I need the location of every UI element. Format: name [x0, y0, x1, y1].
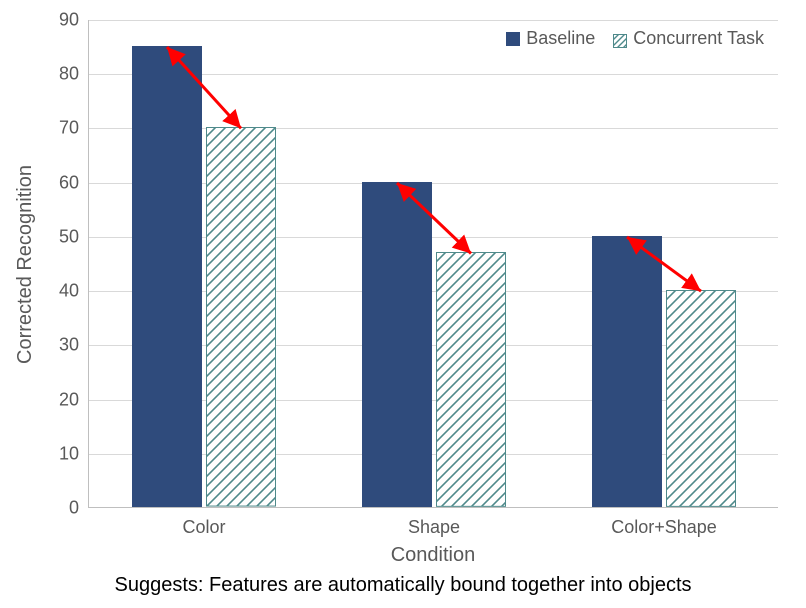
y-tick-label: 10 — [59, 443, 89, 464]
y-axis-label: Corrected Recognition — [10, 20, 40, 508]
legend: Baseline Concurrent Task — [506, 28, 764, 49]
legend-swatch-concurrent — [613, 32, 627, 46]
x-axis-label: Condition — [88, 544, 778, 567]
y-tick-label: 20 — [59, 389, 89, 410]
chart-container: Corrected Recognition Baseline — [0, 0, 806, 608]
y-tick-label: 0 — [69, 498, 89, 519]
x-tick-label: Color+Shape — [611, 507, 717, 538]
bar-concurrent — [666, 290, 736, 507]
legend-item-concurrent: Concurrent Task — [613, 28, 764, 49]
bar-concurrent — [206, 127, 276, 507]
y-tick-label: 80 — [59, 64, 89, 85]
caption: Suggests: Features are automatically bou… — [0, 574, 806, 597]
y-tick-label: 70 — [59, 118, 89, 139]
bar-concurrent — [436, 252, 506, 507]
y-tick-label: 40 — [59, 281, 89, 302]
y-tick-label: 60 — [59, 172, 89, 193]
legend-item-baseline: Baseline — [506, 28, 595, 49]
plot-area: Baseline Concurrent Task 010203040506070… — [88, 20, 778, 508]
bar-baseline — [362, 182, 432, 507]
bar-baseline — [592, 236, 662, 507]
y-tick-label: 50 — [59, 226, 89, 247]
y-axis-label-text: Corrected Recognition — [14, 165, 37, 364]
legend-label-concurrent: Concurrent Task — [633, 28, 764, 49]
y-tick-label: 90 — [59, 10, 89, 31]
x-tick-label: Color — [182, 507, 225, 538]
legend-label-baseline: Baseline — [526, 28, 595, 49]
grid-line — [89, 20, 778, 21]
bar-baseline — [132, 46, 202, 507]
legend-swatch-baseline — [506, 32, 520, 46]
x-tick-label: Shape — [408, 507, 460, 538]
y-tick-label: 30 — [59, 335, 89, 356]
